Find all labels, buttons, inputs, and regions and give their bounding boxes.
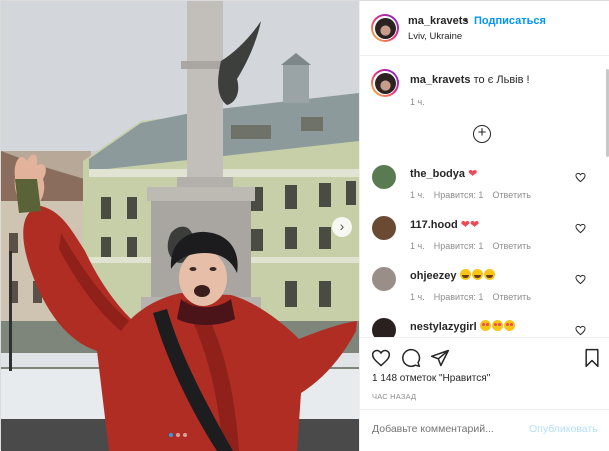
add-comment-bar: Опубликовать xyxy=(360,409,609,451)
carousel-dot xyxy=(183,433,187,437)
caption-username[interactable]: ma_kravets xyxy=(410,74,471,86)
comment-meta: 1 ч. Нравится: 1 Ответить xyxy=(410,241,540,251)
commenter-username[interactable]: nestylazygirl xyxy=(410,321,477,333)
comment-line: ohjeezey xyxy=(410,269,496,282)
reply-button[interactable]: Ответить xyxy=(492,190,530,200)
heart-eyes-emoji xyxy=(491,320,503,331)
carousel-next-button[interactable]: › xyxy=(332,217,352,237)
commenter-username[interactable]: the_bodya xyxy=(410,168,465,180)
like-heart-icon[interactable] xyxy=(371,348,391,368)
share-paper-plane-icon[interactable] xyxy=(430,348,450,368)
comment-line: the_bodya ❤ xyxy=(410,167,477,180)
comment-likes[interactable]: Нравится: 1 xyxy=(434,292,484,302)
load-more-comments-button[interactable]: + xyxy=(473,125,491,143)
publish-button[interactable]: Опубликовать xyxy=(529,423,598,435)
comment-like-heart-icon[interactable] xyxy=(575,325,586,336)
post-time-ago[interactable]: ЧАС НАЗАД xyxy=(372,392,416,401)
comment-meta: 1 ч. Нравится: 1 Ответить xyxy=(410,292,540,302)
post-side-panel: ma_kravets • Подписаться Lviv, Ukraine m… xyxy=(359,1,609,451)
comment-like-heart-icon[interactable] xyxy=(575,274,586,285)
instagram-post: › ma_kravets • Подписаться Lviv, Ukraine… xyxy=(0,0,609,451)
heart-eyes-emoji xyxy=(503,320,515,331)
comment-line: nestylazygirl xyxy=(410,320,516,333)
location-link[interactable]: Lviv, Ukraine xyxy=(408,31,462,42)
separator-dot: • xyxy=(464,15,468,27)
carousel-dot xyxy=(176,433,180,437)
carousel-indicators xyxy=(169,433,187,439)
red-heart-emoji: ❤ xyxy=(469,219,480,231)
comment-meta: 1 ч. Нравится: 1 Ответить xyxy=(410,190,540,200)
comment-line: 117.hood ❤❤ xyxy=(410,218,479,231)
comment-input[interactable] xyxy=(372,423,522,435)
comment-time[interactable]: 1 ч. xyxy=(410,241,425,251)
comment-likes[interactable]: Нравится: 1 xyxy=(434,241,484,251)
laughing-face-emoji xyxy=(471,269,483,280)
author-username[interactable]: ma_kravets xyxy=(408,15,469,27)
reply-button[interactable]: Ответить xyxy=(492,292,530,302)
comment-item: ohjeezey 1 ч. Нравится: 1 Ответить xyxy=(360,261,609,313)
comment-item: the_bodya ❤ 1 ч. Нравится: 1 Ответить xyxy=(360,159,609,211)
caption-timestamp[interactable]: 1 ч. xyxy=(410,97,425,107)
commenter-username[interactable]: 117.hood xyxy=(410,219,458,231)
laughing-face-emoji xyxy=(483,269,495,280)
comments-list: the_bodya ❤ 1 ч. Нравится: 1 Ответить 117.ho… xyxy=(360,159,609,337)
red-heart-emoji: ❤ xyxy=(460,219,470,231)
comment-item: 117.hood ❤❤ 1 ч. Нравится: 1 Ответить xyxy=(360,210,609,262)
likes-count[interactable]: 1 148 отметок "Нравится" xyxy=(372,373,490,384)
commenter-avatar[interactable] xyxy=(372,216,396,240)
carousel-dot xyxy=(169,433,173,437)
comment-item: nestylazygirl xyxy=(360,312,609,337)
comment-time[interactable]: 1 ч. xyxy=(410,190,425,200)
red-heart-emoji: ❤ xyxy=(468,168,478,180)
comment-like-heart-icon[interactable] xyxy=(575,172,586,183)
heart-eyes-emoji xyxy=(479,320,491,331)
reply-button[interactable]: Ответить xyxy=(492,241,530,251)
caption-text: то є Львів ! xyxy=(473,74,530,86)
photo-scene xyxy=(1,1,359,451)
post-photo[interactable]: › xyxy=(1,1,359,451)
comment-bubble-icon[interactable] xyxy=(401,348,421,368)
caption-line: ma_kravets то є Львів ! xyxy=(410,74,530,86)
commenter-avatar[interactable] xyxy=(372,267,396,291)
commenter-avatar[interactable] xyxy=(372,318,396,337)
comment-time[interactable]: 1 ч. xyxy=(410,292,425,302)
save-bookmark-icon[interactable] xyxy=(582,348,602,368)
comment-like-heart-icon[interactable] xyxy=(575,223,586,234)
commenter-username[interactable]: ohjeezey xyxy=(410,270,456,282)
laughing-face-emoji xyxy=(459,269,471,280)
post-header: ma_kravets • Подписаться Lviv, Ukraine xyxy=(360,1,609,56)
commenter-avatar[interactable] xyxy=(372,165,396,189)
caption-author-avatar[interactable] xyxy=(371,69,399,97)
action-bar xyxy=(360,337,609,377)
post-caption: ma_kravets то є Львів ! 1 ч. xyxy=(360,63,609,123)
comment-likes[interactable]: Нравится: 1 xyxy=(434,190,484,200)
follow-button[interactable]: Подписаться xyxy=(474,15,546,27)
author-avatar[interactable] xyxy=(371,14,399,42)
